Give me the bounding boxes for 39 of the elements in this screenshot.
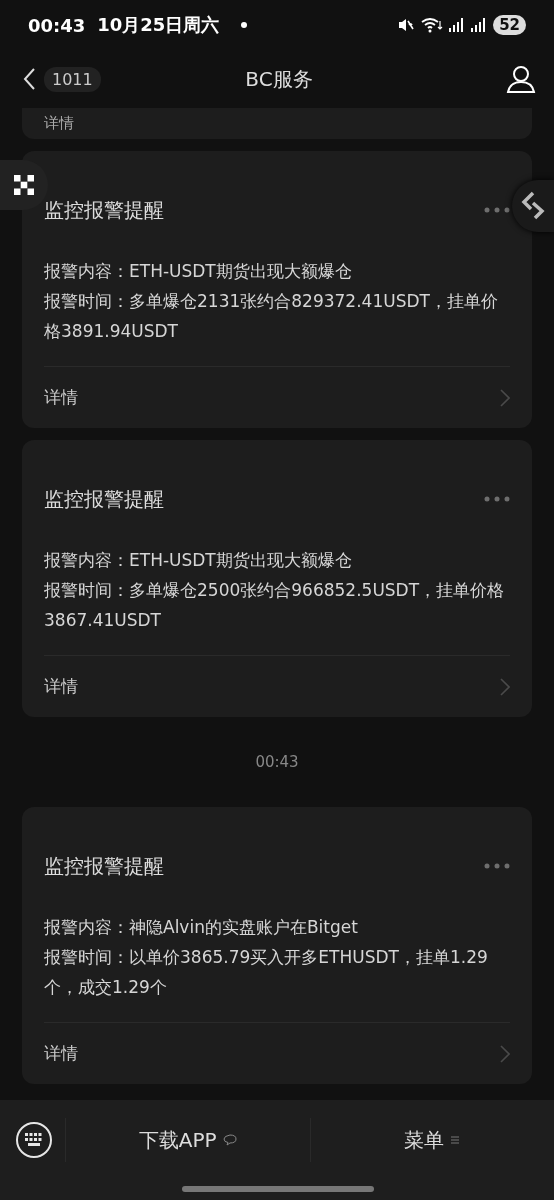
signal-icon — [471, 18, 488, 32]
mute-icon — [397, 16, 416, 34]
detail-link[interactable]: 详情 — [44, 114, 74, 133]
chevron-icon[interactable] — [500, 1044, 510, 1063]
chevron-icon[interactable] — [500, 388, 510, 407]
message-time: 00:43 — [255, 753, 299, 771]
alert-text: 报警时间：多单爆仓2131张约合829372.41USDT，挂单价格3891.94USDT — [44, 290, 499, 343]
signal-icon — [449, 18, 466, 32]
person-icon[interactable] — [506, 64, 536, 94]
menu-icon — [450, 1135, 461, 1145]
unread-count-badge[interactable]: 1011 — [44, 66, 101, 92]
chat-title: BC服务 — [245, 65, 313, 93]
chevron-icon[interactable] — [500, 677, 510, 696]
alert-text: 报警内容：ETH-USDT期货出现大额爆仓 — [44, 549, 353, 572]
double-chevron-icon — [521, 191, 545, 221]
more-icon[interactable] — [484, 496, 510, 502]
status-time: 00:43 — [28, 14, 86, 36]
chat-bubble-icon — [222, 1134, 237, 1146]
menu-button[interactable]: 菜单 — [310, 1100, 554, 1180]
detail-link[interactable]: 详情 — [44, 1042, 78, 1065]
card-title: 监控报警提醒 — [44, 852, 164, 880]
card-title: 监控报警提醒 — [44, 196, 164, 224]
more-icon[interactable] — [484, 863, 510, 869]
download-app-button[interactable]: 下载APP — [66, 1100, 310, 1180]
keyboard-icon[interactable] — [15, 1121, 53, 1159]
alert-text: 报警时间：多单爆仓2500张约合966852.5USDT，挂单价格3867.41USDT — [44, 579, 506, 632]
card-title: 监控报警提醒 — [44, 485, 164, 513]
alert-text: 报警时间：以单价3865.79买入开多ETHUSDT，挂单1.29个，成交1.29个 — [44, 946, 489, 999]
back-icon[interactable] — [22, 67, 36, 91]
wifi-icon — [421, 17, 444, 33]
checker-icon — [14, 175, 34, 195]
alert-text: 报警内容：神隐Alvin的实盘账户在Bitget — [44, 916, 359, 939]
notification-dot-icon — [241, 22, 248, 28]
alert-text: 报警内容：ETH-USDT期货出现大额爆仓 — [44, 260, 353, 283]
detail-link[interactable]: 详情 — [44, 675, 78, 698]
more-icon[interactable] — [484, 207, 510, 213]
status-date: 10月25日周六 — [97, 13, 220, 37]
battery-level: 52 — [493, 15, 526, 35]
detail-link[interactable]: 详情 — [44, 386, 78, 409]
